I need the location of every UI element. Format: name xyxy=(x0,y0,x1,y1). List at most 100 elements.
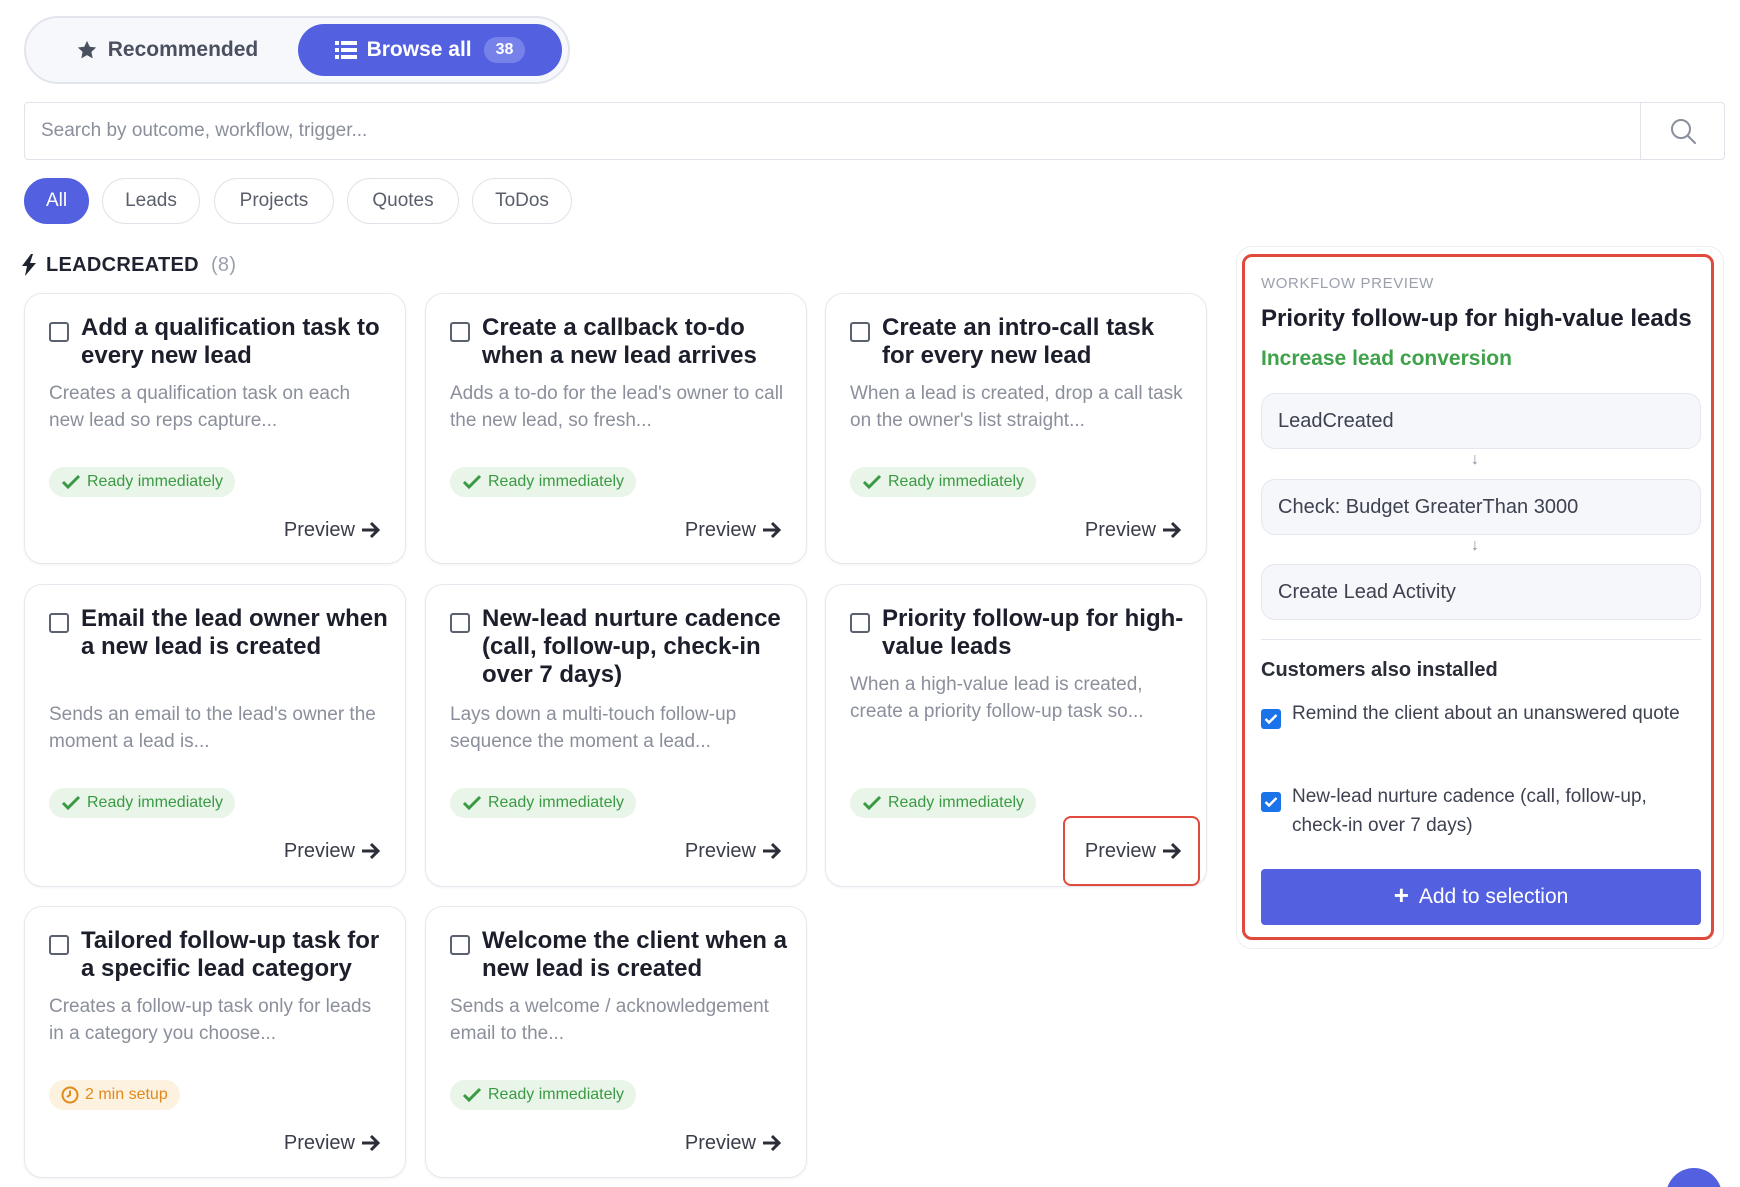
status-badge-label: Ready immediately xyxy=(87,473,224,490)
status-badge: Ready immediately xyxy=(850,788,1037,818)
preview-link[interactable]: Preview xyxy=(685,515,782,545)
preview-link[interactable]: Preview xyxy=(1085,836,1182,866)
view-toggle: Recommended Browse all 38 xyxy=(24,16,570,84)
card-checkbox[interactable] xyxy=(49,322,69,342)
recommended-tab[interactable]: Recommended xyxy=(36,24,298,76)
card-title: Email the lead owner when a new lead is … xyxy=(81,605,388,660)
browse-all-count-badge: 38 xyxy=(483,37,526,63)
workflow-preview-panel: WORKFLOW PREVIEW Priority follow-up for … xyxy=(1242,254,1714,940)
also-installed-label: New-lead nurture cadence (call, follow-u… xyxy=(1292,786,1647,836)
check-icon xyxy=(1264,714,1278,725)
also-installed-label: Remind the client about an unanswered qu… xyxy=(1292,703,1680,724)
also-installed-title: Customers also installed xyxy=(1261,659,1498,681)
status-badge-label: Ready immediately xyxy=(87,794,224,811)
preview-link[interactable]: Preview xyxy=(685,1128,782,1158)
list-icon xyxy=(334,41,357,59)
card-title: Add a qualification task to every new le… xyxy=(81,314,380,369)
card-title: New-lead nurture cadence (call, follow-u… xyxy=(482,605,781,688)
card-title: Create an intro-call task for every new … xyxy=(882,314,1155,369)
workflow-step: LeadCreated xyxy=(1261,393,1701,449)
preview-link[interactable]: Preview xyxy=(284,836,381,866)
filter-chip-leads[interactable]: Leads xyxy=(102,178,200,224)
card-checkbox[interactable] xyxy=(850,322,870,342)
card-checkbox[interactable] xyxy=(450,322,470,342)
card-description: When a lead is created, drop a call task… xyxy=(850,383,1183,431)
filter-chip-all[interactable]: All xyxy=(24,178,89,224)
panel-divider xyxy=(1261,639,1701,640)
workflow-card: Priority follow-up for high-value leads … xyxy=(825,584,1207,887)
card-checkbox[interactable] xyxy=(450,935,470,955)
preview-link[interactable]: Preview xyxy=(284,515,381,545)
workflow-card: Tailored follow-up task for a specific l… xyxy=(24,906,406,1178)
workflow-card: Add a qualification task to every new le… xyxy=(24,293,406,564)
check-icon xyxy=(61,795,81,811)
status-badge: Ready immediately xyxy=(850,467,1037,497)
workflow-card: Create a callback to-do when a new lead … xyxy=(425,293,807,564)
arrow-right-icon xyxy=(763,842,782,860)
plus-icon: + xyxy=(1393,880,1409,910)
also-installed-checkbox[interactable] xyxy=(1261,709,1281,729)
status-badge: Ready immediately xyxy=(49,467,236,497)
card-title: Welcome the client when a new lead is cr… xyxy=(482,927,787,982)
card-description: Sends an email to the lead's owner the m… xyxy=(49,704,376,752)
check-icon xyxy=(61,474,81,490)
check-icon xyxy=(462,1087,482,1103)
add-to-selection-button[interactable]: + Add to selection xyxy=(1261,869,1701,925)
search-input[interactable] xyxy=(25,103,1642,159)
preview-label: Preview xyxy=(283,518,355,541)
preview-label: Preview xyxy=(1084,518,1156,541)
preview-link[interactable]: Preview xyxy=(685,836,782,866)
arrow-right-icon xyxy=(362,842,381,860)
preview-label: Preview xyxy=(684,518,756,541)
section-title: LEADCREATED xyxy=(46,253,199,276)
status-badge: Ready immediately xyxy=(450,1080,637,1110)
status-badge: Ready immediately xyxy=(49,788,236,818)
check-icon xyxy=(862,795,882,811)
status-badge: Ready immediately xyxy=(450,788,637,818)
card-title: Create a callback to-do when a new lead … xyxy=(482,314,757,369)
star-icon xyxy=(77,40,96,59)
card-checkbox[interactable] xyxy=(49,935,69,955)
card-checkbox[interactable] xyxy=(850,613,870,633)
check-icon xyxy=(1264,797,1278,808)
workflow-card: Welcome the client when a new lead is cr… xyxy=(425,906,807,1178)
arrow-right-icon xyxy=(362,1134,381,1152)
status-badge-label: Ready immediately xyxy=(488,1086,625,1103)
status-badge-label: 2 min setup xyxy=(85,1086,168,1103)
preview-label: Preview xyxy=(283,839,355,862)
card-description: Creates a follow-up task only for leads … xyxy=(49,996,372,1044)
search-icon xyxy=(1670,119,1696,144)
status-badge-label: Ready immediately xyxy=(888,473,1025,490)
status-badge-label: Ready immediately xyxy=(488,794,625,811)
card-title: Priority follow-up for high-value leads xyxy=(882,605,1184,660)
card-checkbox[interactable] xyxy=(49,613,69,633)
clock-icon xyxy=(61,1086,79,1104)
preview-link[interactable]: Preview xyxy=(1085,515,1182,545)
card-title: Tailored follow-up task for a specific l… xyxy=(81,927,380,982)
preview-label: Preview xyxy=(684,839,756,862)
preview-link[interactable]: Preview xyxy=(284,1128,381,1158)
status-badge: 2 min setup xyxy=(49,1080,180,1110)
preview-label: Preview xyxy=(1084,839,1156,862)
panel-eyebrow: WORKFLOW PREVIEW xyxy=(1261,275,1434,292)
workflow-step: Create Lead Activity xyxy=(1261,564,1701,620)
floating-action-button[interactable] xyxy=(1666,1168,1722,1187)
section-count: (8) xyxy=(210,253,237,276)
filter-chip-projects[interactable]: Projects xyxy=(214,178,334,224)
filter-chip-quotes[interactable]: Quotes xyxy=(347,178,459,224)
arrow-right-icon xyxy=(362,521,381,539)
check-icon xyxy=(462,474,482,490)
arrow-right-icon xyxy=(1163,521,1182,539)
card-description: Lays down a multi-touch follow-up sequen… xyxy=(450,704,737,752)
card-checkbox[interactable] xyxy=(450,613,470,633)
workflow-step: Check: Budget GreaterThan 3000 xyxy=(1261,479,1701,535)
panel-subtitle: Increase lead conversion xyxy=(1261,347,1512,370)
also-installed-checkbox[interactable] xyxy=(1261,792,1281,812)
search-button[interactable] xyxy=(1640,103,1724,159)
search-bar xyxy=(24,102,1725,160)
preview-label: Preview xyxy=(283,1131,355,1154)
check-icon xyxy=(862,474,882,490)
bolt-icon xyxy=(22,254,36,276)
filter-chip-todos[interactable]: ToDos xyxy=(472,178,572,224)
browse-all-tab[interactable]: Browse all 38 xyxy=(298,24,562,76)
